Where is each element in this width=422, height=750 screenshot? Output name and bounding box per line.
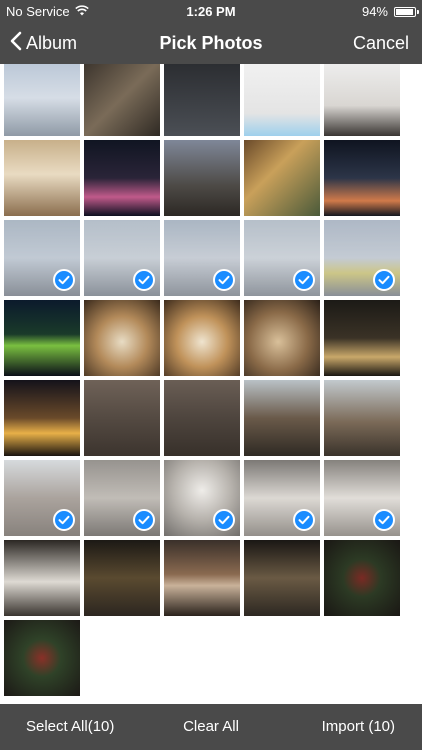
photo-night-street[interactable] — [324, 140, 400, 216]
clear-all-button[interactable]: Clear All — [161, 704, 261, 750]
photo-skyline-haze-2[interactable] — [244, 220, 320, 296]
checkmark-icon — [213, 269, 235, 291]
photo-temple-courtyard[interactable] — [244, 380, 320, 456]
checkmark-icon — [53, 509, 75, 531]
back-label: Album — [26, 32, 78, 53]
photo-carved-wall-1[interactable] — [84, 380, 160, 456]
back-button[interactable]: Album — [10, 22, 77, 64]
photo-night-storefront[interactable] — [4, 380, 80, 456]
battery-level — [396, 8, 413, 15]
photo-file-list-screenshot[interactable] — [164, 64, 240, 136]
select-all-button[interactable]: Select All(10) — [26, 704, 114, 750]
checkmark-icon — [293, 509, 315, 531]
chevron-left-icon — [10, 31, 22, 56]
photo-cathedral[interactable] — [164, 140, 240, 216]
battery-percent: 94% — [361, 4, 388, 19]
photo-outdoor-terrace[interactable] — [324, 300, 400, 376]
photo-white-tree-2[interactable] — [324, 460, 400, 536]
photo-temple-gate[interactable] — [324, 380, 400, 456]
photo-canton-tower-1[interactable] — [4, 220, 80, 296]
photo-harbor-waterfront[interactable] — [4, 64, 80, 136]
battery-icon — [394, 6, 419, 17]
photo-chandelier[interactable] — [164, 460, 240, 536]
checkmark-icon — [373, 509, 395, 531]
checkmark-icon — [53, 269, 75, 291]
photo-mall-atrium-wreath[interactable] — [84, 540, 160, 616]
navigation-bar: Album Pick Photos Cancel — [0, 22, 422, 64]
photo-settings-screenshot[interactable] — [244, 64, 320, 136]
checkmark-icon — [133, 509, 155, 531]
checkmark-icon — [213, 509, 235, 531]
checkmark-icon — [133, 269, 155, 291]
photo-christmas-wreath-2[interactable] — [4, 620, 80, 696]
status-right: 94% — [361, 4, 419, 19]
photo-hotel-lounge[interactable] — [4, 140, 80, 216]
status-bar: No Service 1:26 PM 94% — [0, 0, 422, 22]
photo-dessert-plate-1[interactable] — [84, 300, 160, 376]
checkmark-icon — [373, 269, 395, 291]
photo-grid — [0, 64, 422, 704]
photo-carved-wall-2[interactable] — [164, 380, 240, 456]
import-button[interactable]: Import (10) — [322, 704, 395, 750]
photo-white-tree-3[interactable] — [4, 540, 80, 616]
photo-canton-tower-2[interactable] — [164, 220, 240, 296]
photo-skyline-haze-1[interactable] — [84, 220, 160, 296]
photo-screenshot-grid[interactable] — [84, 64, 160, 136]
photo-living-room[interactable] — [324, 64, 400, 136]
photo-arch-bridge-1[interactable] — [324, 220, 400, 296]
status-time: 1:26 PM — [186, 4, 236, 19]
photo-atrium-1[interactable] — [84, 460, 160, 536]
photo-mall-atrium-2[interactable] — [244, 540, 320, 616]
photo-christmas-wreath-1[interactable] — [324, 540, 400, 616]
photo-night-river-1[interactable] — [84, 140, 160, 216]
photo-temple-roof[interactable] — [4, 460, 80, 536]
photo-dinner-table[interactable] — [244, 300, 320, 376]
cancel-button[interactable]: Cancel — [353, 22, 409, 64]
photo-white-tree-1[interactable] — [244, 460, 320, 536]
photo-arch-bridge-night[interactable] — [4, 300, 80, 376]
photo-dessert-plate-2[interactable] — [164, 300, 240, 376]
photo-crowded-hall[interactable] — [164, 540, 240, 616]
bottom-toolbar: Select All(10) Clear All Import (10) — [0, 704, 422, 750]
photo-beverage-cans[interactable] — [244, 140, 320, 216]
checkmark-icon — [293, 269, 315, 291]
